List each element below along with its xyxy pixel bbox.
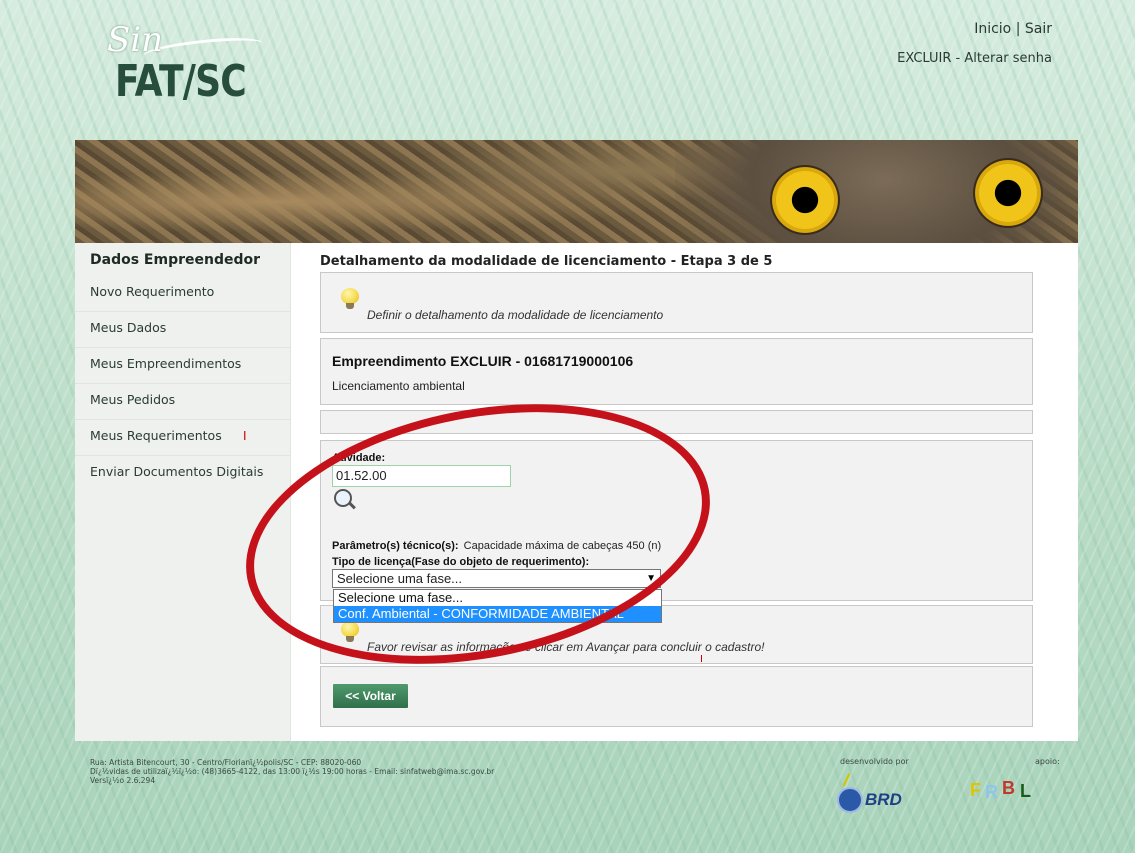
brd-logo: BRD <box>835 773 915 815</box>
sidebar-item-label: Meus Requerimentos <box>90 428 222 443</box>
link-separator: | <box>1015 21 1021 37</box>
sidebar: Dados Empreendedor Novo Requerimento Meu… <box>75 243 291 741</box>
footer-address: Rua: Artista Bitencourt, 30 - Centro/Flo… <box>90 758 362 767</box>
page-title: Detalhamento da modalidade de licenciame… <box>320 254 773 269</box>
annotation-tick <box>701 655 702 662</box>
top-nav-row: Inicio | Sair <box>897 21 1052 37</box>
sidebar-item-novo-requerimento[interactable]: Novo Requerimento <box>75 276 290 312</box>
owl-banner-image <box>75 140 1078 243</box>
empreendimento-title: Empreendimento EXCLUIR - 01681719000106 <box>332 353 634 369</box>
logo-main-text: FAT/SC <box>115 56 247 107</box>
inicio-link[interactable]: Inicio <box>974 21 1011 37</box>
sidebar-item-enviar-documentos[interactable]: Enviar Documentos Digitais <box>75 456 290 491</box>
sidebar-item-meus-empreendimentos[interactable]: Meus Empreendimentos <box>75 348 290 384</box>
developed-by-label: desenvolvido por <box>840 757 909 766</box>
sidebar-item-meus-pedidos[interactable]: Meus Pedidos <box>75 384 290 420</box>
sidebar-item-label: Meus Dados <box>90 320 167 335</box>
logo-script-text: Sin <box>107 20 164 60</box>
account-row: EXCLUIR - Alterar senha <box>897 51 1052 66</box>
sidebar-item-meus-dados[interactable]: Meus Dados <box>75 312 290 348</box>
sidebar-item-label: Enviar Documentos Digitais <box>90 464 264 479</box>
sinfat-logo: Sin FAT/SC <box>95 20 265 112</box>
top-links: Inicio | Sair EXCLUIR - Alterar senha <box>897 21 1052 66</box>
new-indicator: I <box>243 429 247 443</box>
account-separator: - <box>955 51 961 66</box>
sidebar-item-meus-requerimentos[interactable]: Meus Requerimentos I <box>75 420 290 456</box>
change-password-link[interactable]: Alterar senha <box>964 51 1052 66</box>
owl-eye-left <box>770 165 840 235</box>
sidebar-item-label: Novo Requerimento <box>90 284 215 299</box>
sidebar-item-label: Meus Empreendimentos <box>90 356 242 371</box>
sidebar-title: Dados Empreendedor <box>90 252 261 268</box>
footer-info: Rua: Artista Bitencourt, 30 - Centro/Flo… <box>90 758 494 785</box>
empreendimento-box: Empreendimento EXCLUIR - 01681719000106 … <box>320 338 1033 405</box>
owl-eye-right <box>973 158 1043 228</box>
sidebar-item-label: Meus Pedidos <box>90 392 176 407</box>
frbl-logo: F R B L <box>970 778 1031 802</box>
voltar-button[interactable]: << Voltar <box>333 684 408 708</box>
empreendimento-subtitle: Licenciamento ambiental <box>332 379 465 393</box>
footer-contact: Dï¿½vidas de utilizaï¿½ï¿½o: (48)3665-41… <box>90 767 495 776</box>
brd-logo-text: BRD <box>865 790 902 809</box>
support-label: apoio: <box>1035 757 1060 766</box>
actions-box: << Voltar <box>320 666 1033 727</box>
user-name: EXCLUIR <box>897 51 952 66</box>
hint-top-text: Definir o detalhamento da modalidade de … <box>367 308 664 322</box>
brd-logo-ring <box>837 787 863 813</box>
hint-box-top: Definir o detalhamento da modalidade de … <box>320 272 1033 333</box>
lightbulb-icon <box>341 288 359 310</box>
footer-version: Versï¿½o 2.6.294 <box>90 776 156 785</box>
sair-link[interactable]: Sair <box>1025 21 1052 37</box>
